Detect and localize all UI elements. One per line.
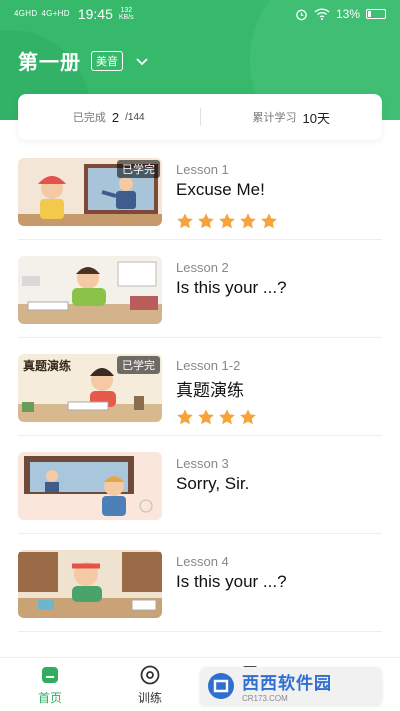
lesson-title: Is this your ...? [176,278,287,297]
lesson-item[interactable]: 已学完 Lesson 1 Excuse Me! [18,142,382,240]
lesson-title: Sorry, Sir. [176,474,250,493]
home-icon [42,666,58,683]
star-icon [240,213,256,229]
lesson-number: Lesson 1 [176,162,229,177]
lesson-stars [176,212,278,230]
lesson-list: 已学完 Lesson 1 Excuse Me! Lesson 2 Is this… [18,142,382,632]
completed-label: 已完成 [72,112,106,124]
lesson-item[interactable]: Lesson 3 Sorry, Sir. [18,436,382,534]
star-icon [219,213,235,229]
star-icon [219,409,235,425]
network-speed: 132 KB/s [118,7,134,21]
completed-badge: 已学完 [117,160,160,178]
completed-value: 2 [111,109,120,125]
stats-card: 已完成 2 /144 累计学习 10天 [18,94,382,140]
completed-badge: 已学完 [117,356,160,374]
accent-tag: 美音 [91,50,123,71]
lesson-thumbnail: 已学完 [18,158,162,226]
thumbnail-caption: 真题演练 [23,358,71,373]
study-days-stat: 累计学习 10天 [201,108,383,127]
star-icon [177,409,193,425]
lesson-thumbnail [18,550,162,618]
tab-home[interactable]: 首页 [0,658,100,711]
book-title: 第一册 [18,52,81,74]
signal-indicator: 4GHD [14,9,38,18]
study-days-value: 10天 [302,110,330,126]
watermark-title: 西西软件园 [242,674,332,693]
watermark-logo [208,673,234,699]
lesson-item[interactable]: 真题演练 已学完 Lesson 1-2 真题演练 [18,338,382,436]
star-icon [240,409,256,425]
site-watermark: 西西软件园 CR173.COM [200,667,382,705]
star-icon [177,213,193,229]
wifi-icon [314,8,330,20]
alarm-icon [296,9,307,20]
lesson-stars [176,408,257,426]
chevron-down-icon[interactable] [135,54,149,68]
watermark-domain: CR173.COM [242,694,288,703]
lesson-item[interactable]: Lesson 4 Is this your ...? [18,534,382,632]
star-icon [261,213,277,229]
lesson-number: Lesson 3 [176,456,229,471]
battery-percent: 13% [335,7,360,21]
signal-indicator: 4G+HD [41,9,70,18]
tab-label: 首页 [37,690,62,705]
book-selector[interactable]: 第一册 美音 [18,46,149,75]
lesson-title: Excuse Me! [176,180,265,199]
study-days-label: 累计学习 [252,112,297,124]
star-icon [198,213,214,229]
completed-total: /144 [125,111,145,123]
lesson-item[interactable]: Lesson 2 Is this your ...? [18,240,382,338]
star-icon [198,409,214,425]
clock: 19:45 [77,6,113,22]
status-bar: 4GHD 4G+HD 19:45 132 KB/s 13% [0,0,400,28]
lesson-thumbnail: 真题演练 已学完 [18,354,162,422]
lesson-number: Lesson 2 [176,260,229,275]
lesson-number: Lesson 1-2 [176,358,241,373]
battery-icon [366,9,386,19]
lesson-title: Is this your ...? [176,572,287,591]
tab-label: 训练 [137,690,162,705]
completed-stat: 已完成 2 /144 [18,109,200,125]
tab-training[interactable]: 训练 [100,658,200,711]
lesson-title: 真题演练 [176,381,244,400]
lesson-thumbnail [18,256,162,324]
lesson-thumbnail [18,452,162,520]
lesson-number: Lesson 4 [176,554,229,569]
target-icon [140,665,160,684]
